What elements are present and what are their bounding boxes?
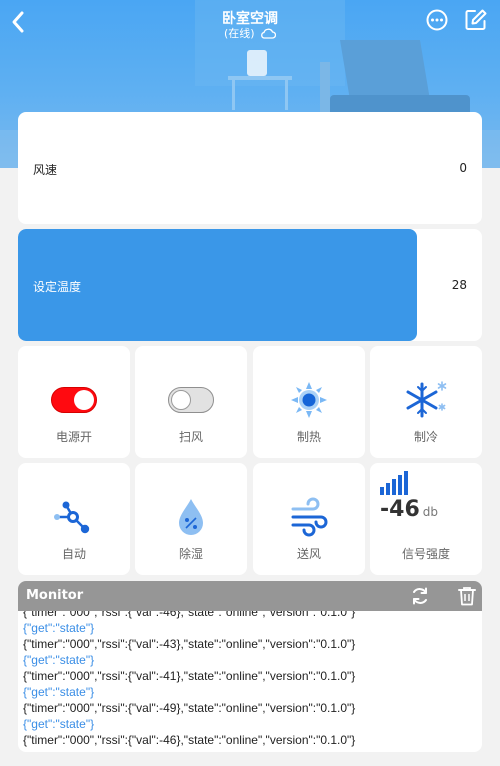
fan-mode-label: 送风 xyxy=(296,547,321,561)
water-drop-icon xyxy=(179,499,203,535)
heat-mode-label: 制热 xyxy=(296,430,321,444)
monitor-header: Monitor xyxy=(18,581,482,611)
power-label: 电源开 xyxy=(55,430,92,444)
online-status-text: (在线) xyxy=(223,27,255,40)
trash-icon[interactable] xyxy=(458,586,476,606)
edit-icon[interactable] xyxy=(464,8,488,32)
auto-hub-icon xyxy=(54,501,90,534)
cool-mode-label: 制冷 xyxy=(413,430,438,444)
auto-mode-button[interactable]: 自动 xyxy=(18,463,130,575)
toggle-off-icon xyxy=(168,387,214,413)
heat-mode-button[interactable]: 制热 xyxy=(253,346,365,458)
monitor-response-line: {"timer":"000","rssi":{"val":-46},"state… xyxy=(23,733,356,747)
signal-strength-value: -46 xyxy=(380,497,420,522)
set-temperature-slider[interactable]: 设定温度 28 xyxy=(18,229,482,341)
swing-button[interactable]: 扫风 xyxy=(135,346,247,458)
monitor-title: Monitor xyxy=(26,588,84,603)
snowflake-icon xyxy=(406,381,447,418)
signal-strength-tile: -46 db 信号强度 xyxy=(370,463,482,575)
monitor-request-line: {"get":"state"} xyxy=(23,717,95,731)
fan-speed-label: 风速 xyxy=(33,163,58,177)
wind-icon xyxy=(291,497,328,537)
monitor-request-line: {"get":"state"} xyxy=(23,621,95,635)
cloud-icon xyxy=(261,28,277,39)
fan-mode-button[interactable]: 送风 xyxy=(253,463,365,575)
toggle-on-icon xyxy=(51,387,97,413)
signal-bars-icon xyxy=(380,471,408,495)
monitor-request-line: {"get":"state"} xyxy=(23,653,95,667)
more-circle-icon[interactable] xyxy=(425,8,449,32)
monitor-request-line: {"get":"state"} xyxy=(23,685,95,699)
sun-icon xyxy=(291,382,327,418)
refresh-icon[interactable] xyxy=(410,586,430,606)
swing-label: 扫风 xyxy=(178,430,203,444)
monitor-log[interactable]: {"timer":"000","rssi":{"val":-46},"state… xyxy=(23,604,478,752)
cool-mode-button[interactable]: 制冷 xyxy=(370,346,482,458)
monitor-response-line: {"timer":"000","rssi":{"val":-43},"state… xyxy=(23,637,356,651)
power-button[interactable]: 电源开 xyxy=(18,346,130,458)
signal-strength-unit: db xyxy=(422,505,438,519)
fan-speed-slider[interactable]: 风速 0 xyxy=(18,112,482,224)
monitor-response-line: {"timer":"000","rssi":{"val":-49},"state… xyxy=(23,701,356,715)
signal-strength-reading: -46 db xyxy=(380,497,438,522)
monitor-panel: {"timer":"000","rssi":{"val":-46},"state… xyxy=(18,581,482,752)
auto-mode-label: 自动 xyxy=(61,547,86,561)
monitor-response-line: {"timer":"000","rssi":{"val":-41},"state… xyxy=(23,669,356,683)
set-temperature-value: 28 xyxy=(451,278,467,292)
signal-strength-label: 信号强度 xyxy=(401,547,450,561)
set-temperature-label: 设定温度 xyxy=(33,280,82,294)
dehumidify-label: 除湿 xyxy=(178,547,203,561)
dehumidify-button[interactable]: 除湿 xyxy=(135,463,247,575)
fan-speed-value: 0 xyxy=(459,161,467,175)
